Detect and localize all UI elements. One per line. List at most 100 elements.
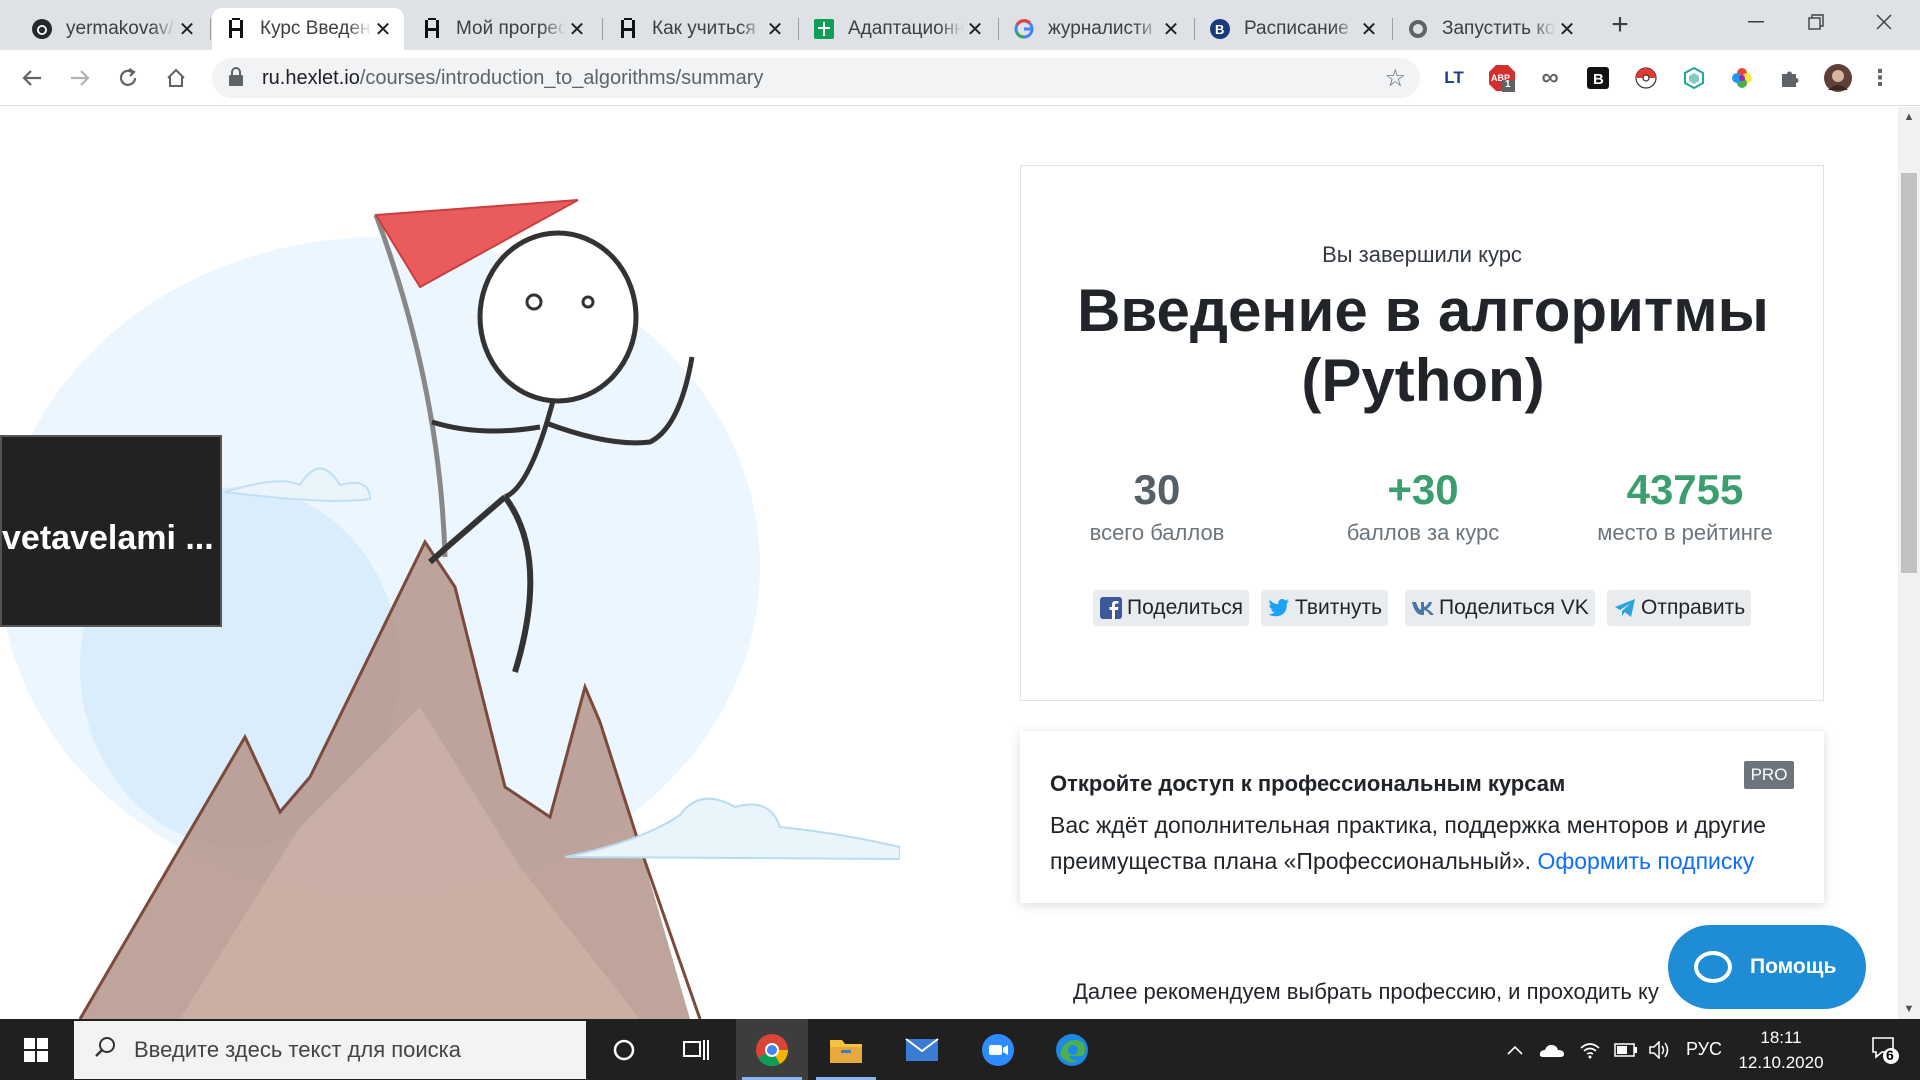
pro-badge: PRO xyxy=(1744,761,1794,789)
share-label: Поделиться VK xyxy=(1439,596,1589,619)
stat-label: баллов за курс xyxy=(1346,520,1500,545)
tab-run-code[interactable]: Запустить ко ✕ xyxy=(1394,8,1588,50)
tab-sheets[interactable]: Адаптационн ✕ xyxy=(800,8,996,50)
volume-icon[interactable] xyxy=(1644,1019,1676,1080)
tab-progress[interactable]: Мой прогресс ✕ xyxy=(408,8,598,50)
tab-separator xyxy=(602,18,603,40)
stat-value: 30 xyxy=(1133,466,1181,513)
menu-kebab-icon[interactable]: ⋮ xyxy=(1866,64,1894,92)
share-facebook-button[interactable]: Поделиться xyxy=(1093,590,1249,626)
tab-google-search[interactable]: журналисти ✕ xyxy=(1000,8,1192,50)
taskbar-search-box[interactable]: Введите здесь текст для поиска xyxy=(74,1021,586,1079)
system-clock[interactable]: 18:11 12.10.2020 xyxy=(1712,1025,1850,1075)
wifi-icon[interactable] xyxy=(1574,1019,1606,1080)
address-bar[interactable]: ru.hexlet.io/courses/introduction_to_alg… xyxy=(212,58,1420,98)
search-icon xyxy=(94,1036,116,1064)
share-vk-button[interactable]: Поделиться VK xyxy=(1405,590,1595,626)
restore-button[interactable] xyxy=(1786,0,1846,44)
share-label: Твитнуть xyxy=(1295,596,1383,619)
github-icon xyxy=(30,17,54,41)
notification-count: 6 xyxy=(1886,1047,1894,1063)
tab-course-summary[interactable]: Курс Введени ✕ xyxy=(212,8,404,50)
taskbar-edge[interactable] xyxy=(1036,1019,1108,1080)
tab-schedule[interactable]: В Расписание ✕ xyxy=(1196,8,1390,50)
stat-total-points: 30 всего баллов xyxy=(1027,466,1287,546)
chat-bubble-icon xyxy=(1694,951,1732,983)
color-wheel-icon[interactable] xyxy=(1728,64,1756,92)
page-content: vetavelami ... Вы завершили курс Введени… xyxy=(0,107,1898,1019)
ext-lt-icon[interactable]: LT xyxy=(1440,64,1468,92)
share-label: Отправить xyxy=(1641,596,1746,619)
tab-title: yermakovav/ xyxy=(66,18,174,39)
pokeball-icon[interactable] xyxy=(1632,64,1660,92)
crystal-icon[interactable] xyxy=(1680,64,1708,92)
start-button[interactable] xyxy=(0,1019,72,1080)
taskbar-zoom[interactable] xyxy=(962,1019,1034,1080)
tab-github[interactable]: yermakovav/ ✕ xyxy=(18,8,208,50)
taskbar-mail[interactable] xyxy=(886,1019,958,1080)
help-button[interactable]: Помощь xyxy=(1668,925,1866,1009)
bookmark-star-icon[interactable]: ☆ xyxy=(1384,64,1406,93)
browser-toolbar: ru.hexlet.io/courses/introduction_to_alg… xyxy=(0,50,1920,106)
scroll-up-arrow[interactable]: ▲ xyxy=(1898,107,1920,127)
close-icon[interactable]: ✕ xyxy=(764,18,786,41)
clock-date: 12.10.2020 xyxy=(1738,1053,1824,1072)
reload-button[interactable] xyxy=(110,60,146,96)
close-icon[interactable]: ✕ xyxy=(1358,18,1380,41)
tab-how-to-learn[interactable]: Как учиться ✕ xyxy=(604,8,796,50)
facebook-icon xyxy=(1099,596,1123,620)
taskbar-chrome[interactable] xyxy=(736,1019,808,1080)
tray-chevron-icon[interactable] xyxy=(1500,1019,1530,1080)
close-icon[interactable]: ✕ xyxy=(964,18,986,41)
stat-course-points: +30 баллов за курс xyxy=(1293,466,1553,546)
back-button[interactable] xyxy=(14,60,50,96)
ext-b-icon[interactable]: B xyxy=(1584,64,1612,92)
tab-title: Расписание xyxy=(1244,18,1349,39)
close-icon[interactable]: ✕ xyxy=(176,18,198,41)
home-button[interactable] xyxy=(158,60,194,96)
lock-icon[interactable] xyxy=(228,67,244,92)
page-scrollbar[interactable]: ▲ ▼ xyxy=(1898,107,1920,1019)
tab-title: Адаптационн xyxy=(848,18,964,39)
help-label: Помощь xyxy=(1750,955,1837,978)
close-icon[interactable]: ✕ xyxy=(372,18,394,41)
scroll-down-arrow[interactable]: ▼ xyxy=(1898,999,1920,1019)
taskbar-explorer[interactable] xyxy=(810,1019,882,1080)
course-title: Введение в алгоритмы (Python) xyxy=(1077,277,1769,414)
share-telegram-button[interactable]: Отправить xyxy=(1607,590,1752,626)
subscribe-link[interactable]: Оформить подписку xyxy=(1537,848,1754,874)
task-view-icon xyxy=(683,1039,709,1060)
extensions-puzzle-icon[interactable] xyxy=(1776,64,1804,92)
window-close-button[interactable] xyxy=(1854,0,1914,44)
close-icon[interactable]: ✕ xyxy=(566,18,588,41)
share-label: Поделиться xyxy=(1127,596,1243,619)
new-tab-button[interactable]: + xyxy=(1604,10,1636,42)
hse-icon: В xyxy=(1208,17,1232,41)
profile-avatar[interactable] xyxy=(1824,64,1852,92)
twitter-icon xyxy=(1267,596,1291,620)
tab-separator xyxy=(998,18,999,40)
floating-overlay-window[interactable]: vetavelami ... xyxy=(0,435,222,627)
mail-icon xyxy=(905,1037,939,1061)
battery-icon[interactable] xyxy=(1610,1019,1642,1080)
forward-button[interactable] xyxy=(62,60,98,96)
stat-value: 43755 xyxy=(1626,466,1744,513)
scrollbar-thumb[interactable] xyxy=(1901,173,1917,573)
overlay-text: vetavelami ... xyxy=(2,519,214,557)
cortana-button[interactable] xyxy=(588,1019,660,1080)
close-icon[interactable]: ✕ xyxy=(1556,18,1578,41)
task-view-button[interactable] xyxy=(660,1019,732,1080)
search-placeholder: Введите здесь текст для поиска xyxy=(134,1037,462,1062)
minimize-button[interactable] xyxy=(1726,0,1786,44)
close-icon[interactable]: ✕ xyxy=(1160,18,1182,41)
windows-logo-icon xyxy=(24,1037,48,1062)
url-text: ru.hexlet.io/courses/introduction_to_alg… xyxy=(262,67,763,90)
infinity-icon[interactable]: ∞ xyxy=(1536,64,1564,92)
notifications-icon xyxy=(1872,1036,1899,1064)
cortana-icon xyxy=(613,1039,635,1060)
share-twitter-button[interactable]: Твитнуть xyxy=(1261,590,1389,626)
hexlet-icon xyxy=(420,17,444,41)
action-center-button[interactable]: 6 xyxy=(1858,1019,1912,1080)
adblock-icon[interactable]: ABP 1 xyxy=(1488,64,1516,92)
onedrive-icon[interactable] xyxy=(1536,1019,1568,1080)
